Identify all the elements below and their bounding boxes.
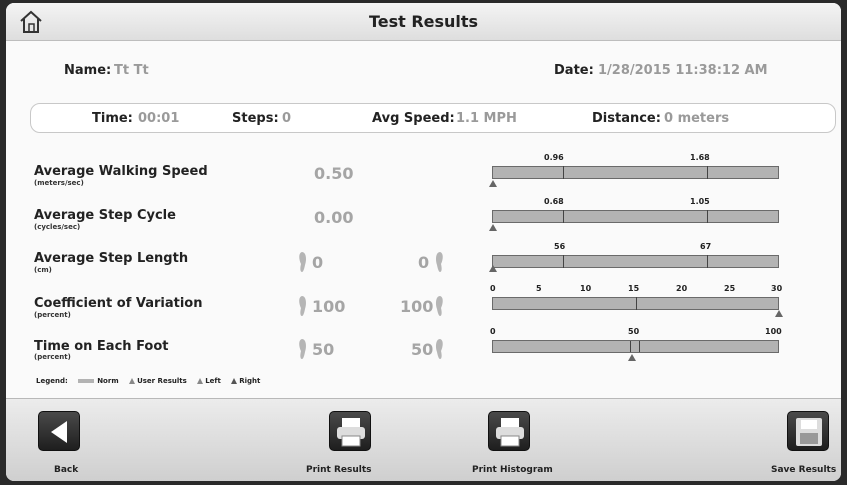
norm-high-label: 1.05 bbox=[690, 197, 710, 206]
norm-swatch bbox=[78, 379, 95, 383]
legend-left: Left bbox=[197, 377, 221, 385]
metric-unit-time-on-each-foot: (percent) bbox=[34, 353, 71, 361]
norm-high-label: 67 bbox=[700, 242, 712, 251]
print-histogram-button[interactable] bbox=[488, 411, 530, 451]
right-value-time-on-each-foot: 50 bbox=[411, 340, 434, 359]
norm-high-tick bbox=[707, 210, 708, 223]
time-label: Time: bbox=[92, 111, 133, 126]
printer-icon bbox=[496, 418, 524, 447]
norm-bar bbox=[492, 210, 779, 223]
metric-unit-walking-speed: (meters/sec) bbox=[34, 179, 84, 187]
left-value-time-on-each-foot: 50 bbox=[312, 340, 335, 359]
norm-high-tick bbox=[707, 255, 708, 268]
metric-name-step-cycle: Average Step Cycle bbox=[34, 208, 176, 223]
legend-norm: Norm bbox=[78, 377, 119, 385]
norm-bar bbox=[492, 255, 779, 268]
distance-label: Distance: bbox=[592, 111, 661, 126]
title-bar: Test Results bbox=[6, 3, 841, 41]
legend: Legend: Norm User Results Left Right bbox=[36, 377, 268, 385]
user-result-marker bbox=[489, 180, 497, 187]
metric-name-time-on-each-foot: Time on Each Foot bbox=[34, 339, 169, 354]
left-foot-icon bbox=[299, 296, 306, 316]
date-value: 1/28/2015 11:38:12 AM bbox=[598, 63, 768, 78]
norm-low-tick bbox=[563, 210, 564, 223]
avg-speed-value: 1.1 MPH bbox=[456, 111, 517, 126]
app-window: Test Results Name: Tt Tt Date: 1/28/2015… bbox=[6, 3, 841, 481]
user-result-marker bbox=[628, 354, 636, 361]
metric-value-walking-speed: 0.50 bbox=[314, 164, 354, 183]
scale-label: 30 bbox=[771, 284, 783, 293]
metric-name-coefficient-of-variation: Coefficient of Variation bbox=[34, 296, 203, 311]
norm-low-tick bbox=[563, 255, 564, 268]
steps-value: 0 bbox=[282, 111, 292, 126]
scale-high-label: 100 bbox=[765, 327, 782, 336]
distance-value: 0 meters bbox=[664, 111, 730, 126]
back-button[interactable] bbox=[38, 411, 80, 451]
back-arrow-icon bbox=[51, 421, 67, 443]
left-value-step-length: 0 bbox=[312, 253, 324, 272]
norm-high-label: 1.68 bbox=[690, 153, 710, 162]
right-foot-icon bbox=[436, 339, 443, 359]
print-results-button[interactable] bbox=[329, 411, 371, 451]
norm-high-tick bbox=[636, 297, 637, 310]
save-results-button[interactable] bbox=[787, 411, 829, 451]
scale-label: 5 bbox=[536, 284, 542, 293]
right-value-step-length: 0 bbox=[418, 253, 430, 272]
norm-bar bbox=[492, 340, 779, 353]
user-result-marker bbox=[489, 265, 497, 272]
scale-label: 10 bbox=[580, 284, 592, 293]
right-foot-icon bbox=[436, 296, 443, 316]
scale-label: 15 bbox=[628, 284, 640, 293]
name-label: Name: bbox=[64, 63, 112, 78]
name-value: Tt Tt bbox=[114, 63, 149, 78]
scale-label: 20 bbox=[676, 284, 688, 293]
right-value-coefficient-of-variation: 100 bbox=[400, 297, 434, 316]
scale-label: 25 bbox=[724, 284, 736, 293]
print-results-label: Print Results bbox=[306, 465, 372, 475]
legend-right: Right bbox=[231, 377, 260, 385]
norm-high-tick bbox=[707, 166, 708, 179]
right-foot-icon bbox=[436, 252, 443, 272]
left-foot-icon bbox=[299, 252, 306, 272]
back-label: Back bbox=[54, 465, 79, 475]
left-marker-icon bbox=[197, 378, 204, 384]
printer-icon bbox=[337, 418, 365, 447]
user-results-marker-icon bbox=[129, 378, 136, 384]
date-label: Date: bbox=[554, 63, 594, 78]
metric-name-step-length: Average Step Length bbox=[34, 251, 189, 266]
right-marker-icon bbox=[231, 378, 238, 384]
save-results-label: Save Results bbox=[771, 465, 837, 475]
steps-label: Steps: bbox=[232, 111, 279, 126]
metric-unit-step-length: (cm) bbox=[34, 266, 52, 274]
norm-range-marker bbox=[630, 341, 640, 352]
norm-low-label: 0.68 bbox=[544, 197, 564, 206]
scale-mid-label: 50 bbox=[628, 327, 640, 336]
print-histogram-label: Print Histogram bbox=[472, 465, 553, 475]
metric-value-step-cycle: 0.00 bbox=[314, 208, 354, 227]
user-result-marker bbox=[489, 224, 497, 231]
left-foot-icon bbox=[299, 339, 306, 359]
scale-low-label: 0 bbox=[490, 327, 496, 336]
scale-label: 0 bbox=[490, 284, 496, 293]
norm-low-label: 56 bbox=[554, 242, 566, 251]
norm-bar bbox=[492, 166, 779, 179]
left-value-coefficient-of-variation: 100 bbox=[312, 297, 346, 316]
user-result-marker bbox=[775, 310, 783, 317]
metric-name-walking-speed: Average Walking Speed bbox=[34, 164, 208, 179]
time-value: 00:01 bbox=[138, 111, 180, 126]
norm-low-tick bbox=[563, 166, 564, 179]
bottom-toolbar: Back Print Results Print Histogram Save … bbox=[6, 398, 841, 481]
avg-speed-label: Avg Speed: bbox=[372, 111, 455, 126]
metric-unit-step-cycle: (cycles/sec) bbox=[34, 223, 81, 231]
legend-title: Legend: bbox=[36, 377, 68, 385]
page-title: Test Results bbox=[368, 12, 479, 31]
legend-user-results: User Results bbox=[129, 377, 187, 385]
norm-low-label: 0.96 bbox=[544, 153, 564, 162]
norm-bar bbox=[492, 297, 779, 310]
floppy-disk-icon bbox=[796, 418, 822, 446]
metric-unit-coefficient-of-variation: (percent) bbox=[34, 311, 71, 319]
